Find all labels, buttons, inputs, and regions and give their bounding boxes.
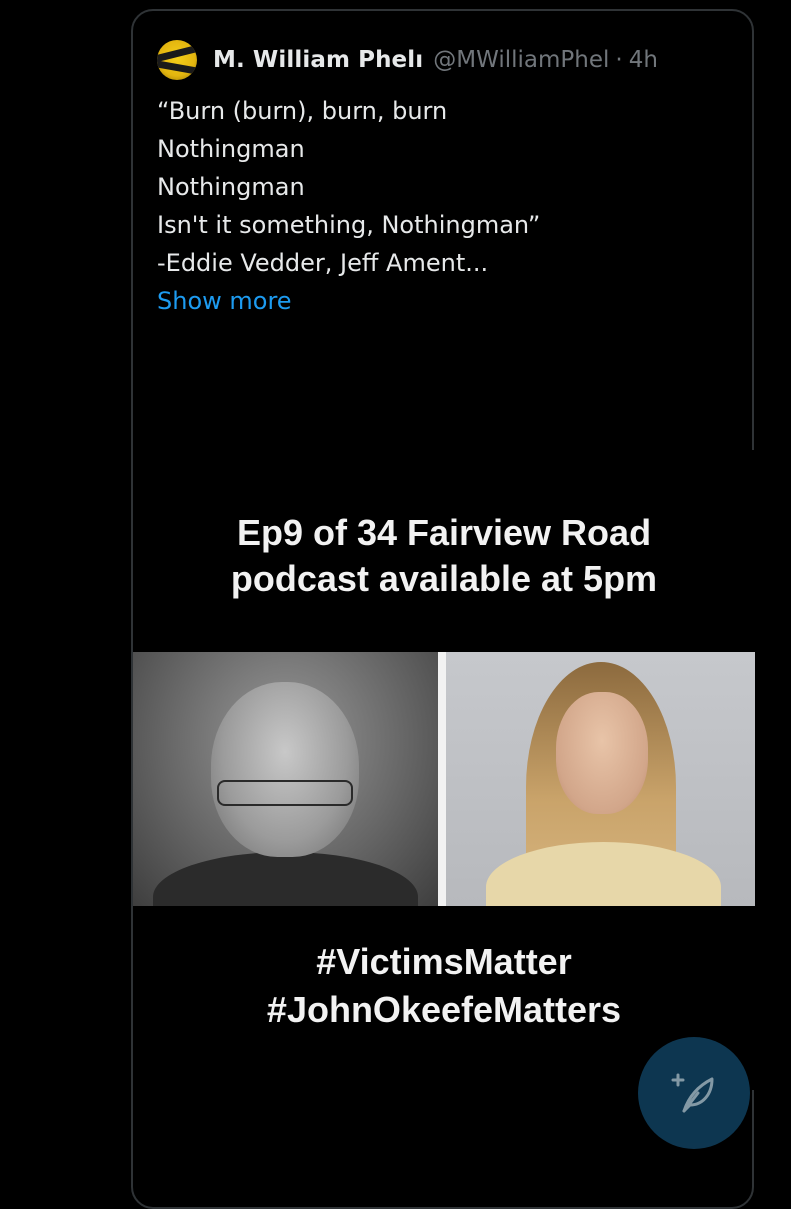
photo-figure-head	[556, 692, 648, 814]
avatar-tape-stripe	[157, 43, 197, 64]
avatar[interactable]	[157, 40, 197, 80]
media-headline-line: Ep9 of 34 Fairview Road	[236, 512, 652, 553]
tweet-text-line: “Burn (burn), burn, burn	[157, 97, 448, 125]
tweet-text-line: -Eddie Vedder, Jeff Ament...	[157, 249, 489, 277]
header-separator: ·	[615, 47, 623, 73]
media-headline: Ep9 of 34 Fairview Road podcast availabl…	[133, 510, 755, 602]
tweet-media-image[interactable]: Ep9 of 34 Fairview Road podcast availabl…	[133, 450, 755, 1090]
media-hashtag: #JohnOkeefeMatters	[266, 989, 622, 1030]
mugshot-photo-left	[133, 652, 438, 906]
compose-button[interactable]	[638, 1037, 750, 1149]
media-headline-line: podcast available at 5pm	[230, 558, 658, 599]
photo-figure-shoulders	[486, 842, 721, 906]
media-hashtag: #VictimsMatter	[316, 941, 572, 982]
author-handle[interactable]: @MWilliamPhel	[433, 47, 609, 73]
photo-figure-shoulders	[153, 852, 418, 906]
tweet-text-line: Nothingman	[157, 173, 305, 201]
author-name[interactable]: M. William Phelı	[213, 47, 423, 73]
avatar-tape-stripe	[157, 59, 197, 76]
tweet-text-line: Nothingman	[157, 135, 305, 163]
tweet-timestamp[interactable]: 4h	[629, 47, 658, 73]
media-hashtags: #VictimsMatter #JohnOkeefeMatters	[133, 938, 755, 1034]
photo-divider	[438, 652, 446, 906]
tweet-header: M. William Phelı @MWilliamPhel · 4h	[157, 40, 658, 80]
mugshot-photo-right	[446, 652, 755, 906]
compose-feather-plus-icon	[671, 1073, 714, 1113]
show-more-link[interactable]: Show more	[157, 282, 737, 320]
tweet-text: “Burn (burn), burn, burn Nothingman Noth…	[157, 92, 737, 320]
photo-figure-glasses	[217, 780, 353, 806]
photo-figure-head	[211, 682, 359, 857]
tweet-text-line: Isn't it something, Nothingman”	[157, 211, 541, 239]
